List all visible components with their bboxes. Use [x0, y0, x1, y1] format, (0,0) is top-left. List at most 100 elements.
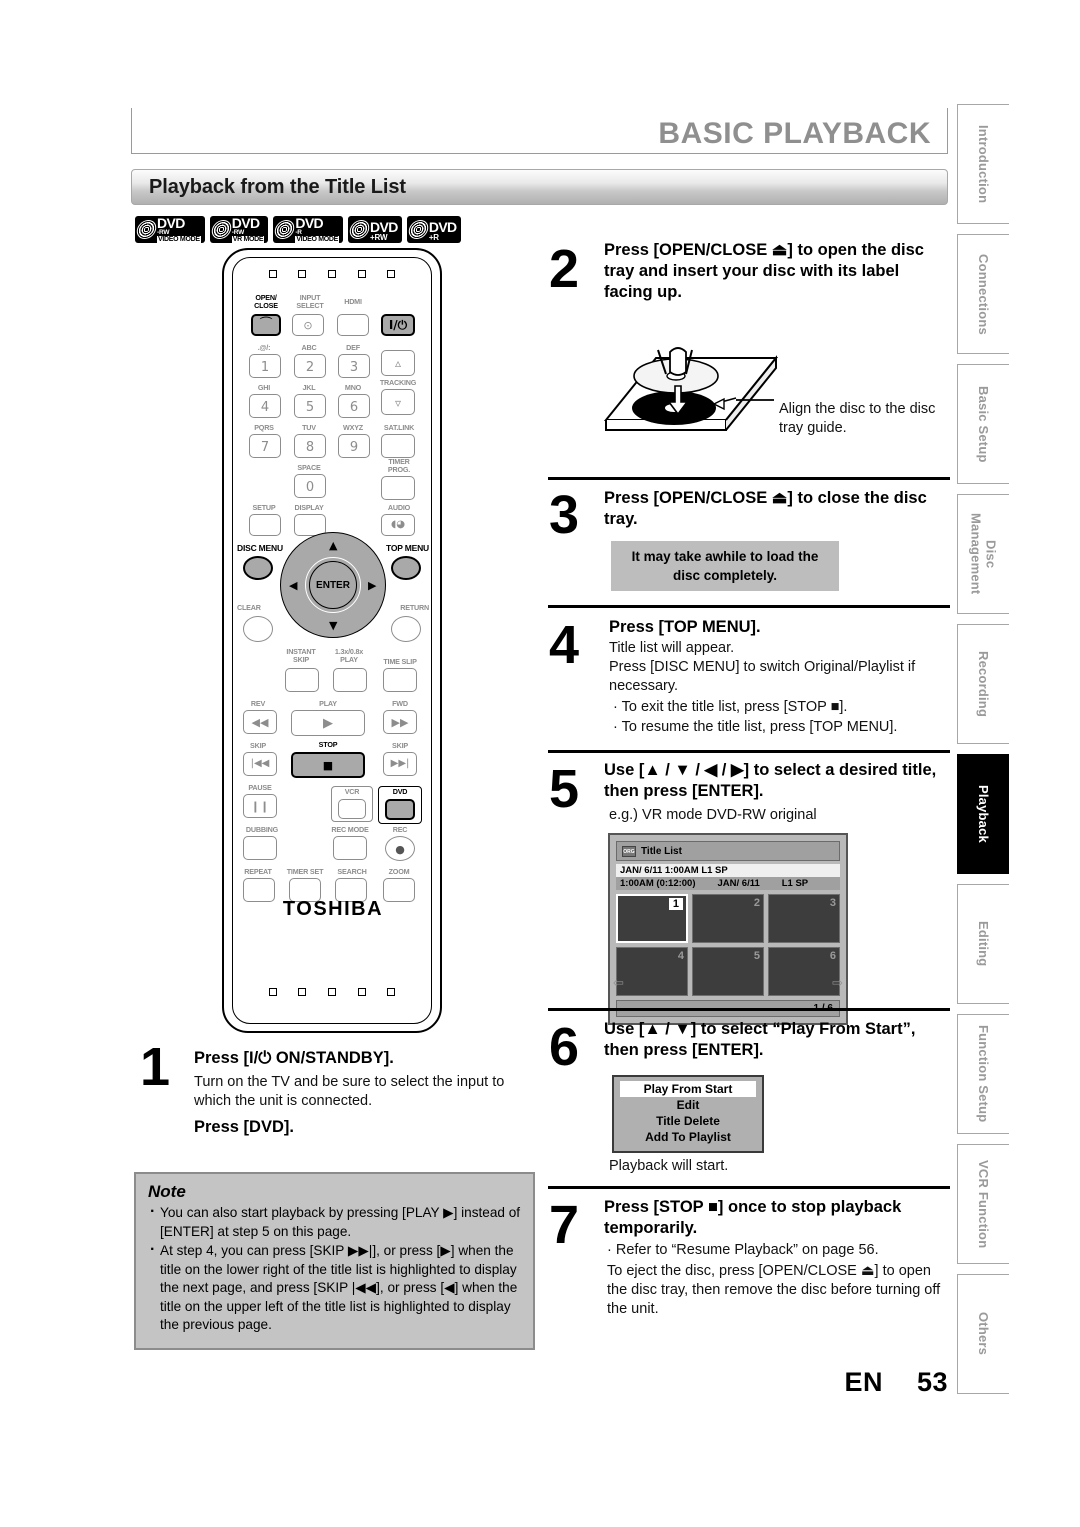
remote-dpad[interactable]: ENTER ▲ ▼ ◀ ▶ — [280, 532, 386, 638]
label-rec: REC — [392, 825, 408, 834]
tab-label: Introduction — [976, 124, 991, 204]
remote-button-time-slip[interactable] — [383, 668, 417, 692]
disc-logo-dvd-plus-r: DVD +R — [406, 216, 461, 243]
bottom-square-icon — [298, 988, 307, 996]
title-list-cell[interactable]: 2 — [692, 894, 764, 943]
chevron-down-icon: ▿ — [394, 396, 402, 410]
label-skip-back: SKIP — [250, 741, 266, 750]
label-clear: CLEAR — [237, 603, 261, 612]
note-list: You can also start playback by pressing … — [148, 1203, 521, 1335]
label-vcr: VCR — [344, 787, 360, 796]
sidebar-tab-editing[interactable]: Editing — [957, 884, 1009, 1004]
remote-brand-logo: TOSHIBA — [282, 898, 384, 920]
sidebar-tab-basic-setup[interactable]: Basic Setup — [957, 364, 1009, 484]
remote-button-enter[interactable]: ENTER — [305, 557, 361, 613]
remote-button-timer-prog[interactable] — [381, 476, 415, 500]
bottom-square-icon — [327, 988, 336, 996]
power-icon: I/⏻ — [388, 318, 408, 332]
label-instant-skip: INSTANT SKIP — [286, 647, 316, 665]
step-1-body: Turn on the TV and be sure to select the… — [194, 1074, 505, 1109]
bottom-square-icon — [268, 988, 277, 996]
remote-button-vcr[interactable] — [338, 799, 366, 819]
remote-button-setup[interactable] — [249, 514, 281, 536]
remote-control-illustration: OPEN/ CLOSE ⏜ INPUT SELECT ⊙ HDMI I/⏻ .@… — [222, 248, 442, 1038]
prev-page-arrow-icon[interactable]: ⇦ — [613, 976, 624, 991]
popup-item-title-delete[interactable]: Title Delete — [620, 1113, 756, 1129]
cell-number: 1 — [668, 898, 683, 910]
remote-button-instant-skip[interactable] — [285, 668, 319, 692]
remote-button-dubbing[interactable] — [243, 836, 277, 860]
remote-button-clear[interactable] — [243, 616, 273, 642]
emitter-square-icon — [357, 270, 366, 278]
sidebar-tab-introduction[interactable]: Introduction — [957, 104, 1009, 224]
popup-item-edit[interactable]: Edit — [620, 1097, 756, 1113]
emitter-square-icon — [327, 270, 336, 278]
sidebar-tab-playback[interactable]: Playback — [957, 754, 1009, 874]
disc-logo-main: DVD — [295, 214, 324, 231]
chapter-tabs: Introduction Connections Basic Setup Dis… — [957, 104, 1009, 1404]
emitter-square-icon — [298, 270, 307, 278]
label-zoom: ZOOM — [388, 867, 410, 876]
skip-next-icon: ▶▶| — [390, 758, 410, 769]
section-title: Playback from the Title List — [149, 176, 406, 198]
emitter-square-icon — [387, 270, 396, 278]
step-2-number: 2 — [549, 239, 580, 299]
divider — [548, 1008, 950, 1011]
sidebar-tab-connections[interactable]: Connections — [957, 234, 1009, 354]
remote-button-sat-link[interactable] — [381, 434, 415, 458]
remote-button-return[interactable] — [391, 616, 421, 642]
disc-logo-dvd-r-video: DVD -R VIDEO MODE — [273, 214, 344, 244]
page-title: BASIC PLAYBACK — [658, 117, 931, 150]
sidebar-tab-disc-management[interactable]: Disc Management — [957, 494, 1009, 614]
cell-number: 6 — [829, 950, 836, 962]
divider — [548, 477, 950, 480]
rewind-icon: ◀◀ — [251, 716, 269, 729]
next-page-arrow-icon[interactable]: ⇨ — [832, 976, 843, 991]
step-6-number: 6 — [549, 1017, 580, 1077]
sidebar-tab-vcr-function[interactable]: VCR Function — [957, 1144, 1009, 1264]
label-audio: AUDIO — [387, 503, 411, 512]
popup-item-play-from-start[interactable]: Play From Start — [620, 1081, 756, 1097]
tab-label: Basic Setup — [976, 385, 991, 463]
disc-logo-sub: +RW — [370, 232, 388, 242]
title-list-cell[interactable]: 6 — [768, 947, 840, 996]
label-rev: REV — [250, 699, 266, 708]
title-list-cell[interactable]: 5 — [692, 947, 764, 996]
label-play: PLAY — [319, 699, 337, 708]
disc-tray-illustration — [603, 347, 779, 431]
chevron-up-icon: ▵ — [394, 356, 402, 370]
label-key8-letters: TUV — [302, 423, 316, 432]
divider — [548, 1186, 950, 1189]
remote-button-speed-play[interactable] — [333, 668, 367, 692]
remote-button-disc-menu[interactable] — [243, 556, 273, 580]
footer-language: EN — [844, 1367, 883, 1397]
remote-button-dvd[interactable] — [385, 799, 415, 820]
cell-number: 3 — [829, 897, 836, 909]
popup-item-add-to-playlist[interactable]: Add To Playlist — [620, 1129, 756, 1145]
sidebar-tab-others[interactable]: Others — [957, 1274, 1009, 1394]
disc-logo-sub: +R — [428, 232, 439, 242]
cell-number: 5 — [753, 950, 760, 962]
step-3-number: 3 — [549, 485, 580, 545]
title-list-cell[interactable]: 4 — [616, 947, 688, 996]
title-list-info-row: 1:00AM (0:12:00) JAN/ 6/11 L1 SP — [616, 877, 840, 890]
label-key3-letters: DEF — [346, 343, 360, 352]
remote-button-top-menu[interactable] — [391, 556, 421, 580]
remote-button-hdmi[interactable] — [337, 314, 369, 336]
key-5-label: 5 — [305, 400, 315, 415]
fast-forward-icon: ▶▶ — [391, 716, 409, 729]
step-4-number: 4 — [549, 615, 580, 675]
step-6-after: Playback will start. — [609, 1158, 729, 1174]
step-2-callout: Align the disc to the disc tray guide. — [779, 401, 936, 436]
cell-number: 4 — [677, 950, 684, 962]
sidebar-tab-function-setup[interactable]: Function Setup — [957, 1014, 1009, 1134]
title-list-cell[interactable]: 3 — [768, 894, 840, 943]
title-list-time: 1:00AM (0:12:00) — [620, 878, 696, 889]
title-list-cell[interactable]: 1 — [616, 894, 688, 943]
remote-button-rec-mode[interactable] — [333, 836, 367, 860]
note-item: At step 4, you can press [SKIP ▶▶|], or … — [148, 1241, 521, 1335]
sidebar-tab-recording[interactable]: Recording — [957, 624, 1009, 744]
step-1-heading: Press [I/⏻ ON/STANDBY]. — [194, 1049, 394, 1067]
step-3-heading: Press [OPEN/CLOSE ⏏] to close the disc t… — [604, 489, 927, 528]
step-4-bullet2: · To resume the title list, press [TOP M… — [613, 719, 898, 735]
